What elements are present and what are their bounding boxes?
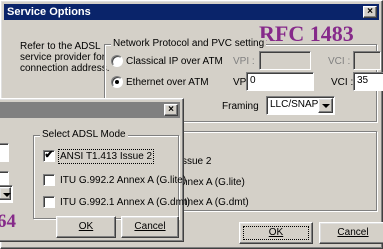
vci-label-1: VCI : [328, 56, 351, 67]
partial-select[interactable] [0, 185, 13, 203]
ok-button-label: OK [268, 227, 284, 238]
classical-ip-radio[interactable] [111, 55, 123, 67]
classical-ip-label: Classical IP over ATM [126, 56, 223, 67]
chevron-down-icon[interactable] [0, 187, 11, 200]
ethernet-atm-radio[interactable] [111, 76, 123, 88]
vpi-label-1: VPI : [233, 56, 255, 67]
window-title: Service Options [7, 6, 91, 18]
dialog-ok-label: OK [78, 221, 94, 232]
ethernet-atm-label: Ethernet over ATM [126, 77, 209, 88]
dialog-ok-button[interactable]: OK [56, 216, 116, 238]
cancel-button[interactable]: Cancel [319, 222, 383, 244]
protocol-group-title: Network Protocol and PVC setting [111, 38, 267, 49]
cancel-button-label: Cancel [337, 227, 369, 238]
adsl-mode-dialog: × 64 Select ADSL Mode ✔ ANSI T1.413 Issu… [0, 98, 190, 242]
close-icon: × [168, 104, 174, 115]
vci-input[interactable]: 35 [353, 72, 383, 91]
itu-g9922-checkbox[interactable] [43, 174, 55, 186]
rfc-partial-label: 64 [0, 211, 16, 232]
vci-label-2: VCI : [331, 77, 354, 88]
dialog-cancel-label: Cancel [134, 221, 166, 232]
vci-input-classical[interactable] [353, 51, 381, 70]
framing-label: Framing [222, 101, 259, 112]
ok-button[interactable]: OK [239, 222, 313, 244]
dialog-close-button[interactable]: × [164, 104, 178, 116]
vpi-input-classical[interactable] [259, 51, 311, 70]
behind-option-1: ssue 2 [182, 156, 212, 167]
info-text-line-1: Refer to the ADSL [20, 41, 101, 52]
itu-g9921-checkbox[interactable] [43, 196, 55, 208]
ansi-t1413-label: ANSI T1.413 Issue 2 [57, 149, 155, 164]
adsl-mode-group-title: Select ADSL Mode [40, 129, 128, 140]
dialog-cancel-button[interactable]: Cancel [121, 216, 179, 238]
close-icon: × [367, 6, 373, 17]
close-button[interactable]: × [363, 6, 377, 18]
vpi-input[interactable]: 0 [246, 72, 314, 91]
behind-option-3: nnex A (G.dmt) [182, 197, 249, 208]
framing-value: LLC/SNAP [270, 99, 319, 110]
service-options-titlebar[interactable]: Service Options × [4, 4, 379, 20]
itu-g9922-label: ITU G.992.2 Annex A (G.lite) [60, 175, 187, 186]
framing-select[interactable]: LLC/SNAP [266, 96, 335, 115]
partial-field-1[interactable] [0, 143, 9, 162]
behind-option-2: nnex A (G.lite) [182, 177, 245, 188]
itu-g9921-label: ITU G.992.1 Annex A (G.dmt) [60, 197, 191, 208]
ansi-t1413-checkbox[interactable]: ✔ [43, 150, 55, 162]
info-text-line-2: service provider for [20, 52, 106, 63]
adsl-mode-titlebar[interactable]: × [0, 102, 180, 118]
info-text-line-3: connection address. [20, 63, 110, 74]
chevron-down-icon[interactable] [318, 98, 333, 113]
